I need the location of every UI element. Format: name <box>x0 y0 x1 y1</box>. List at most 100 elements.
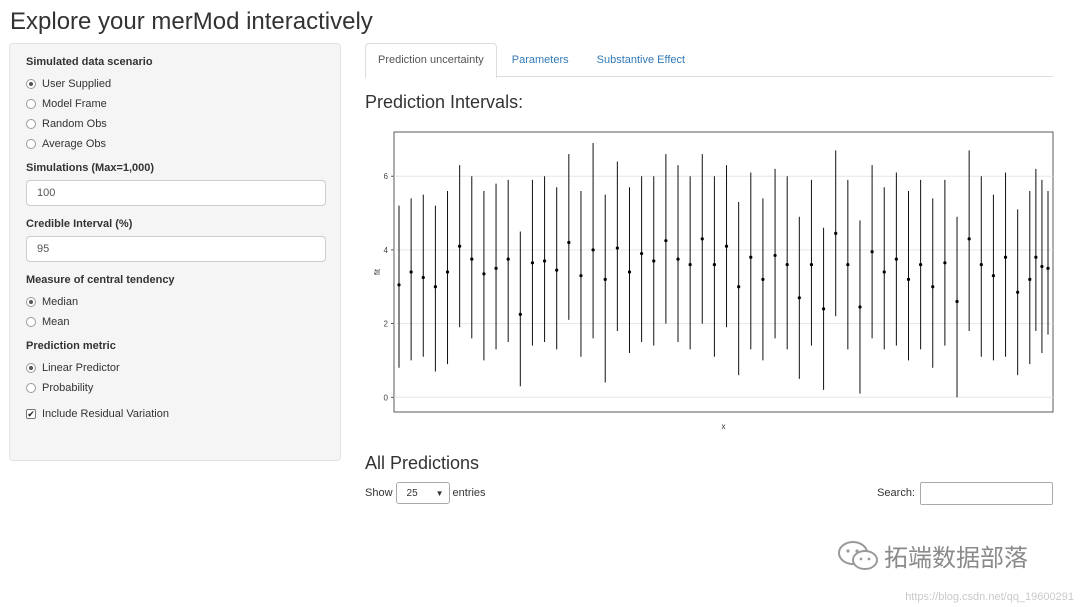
entries-label: entries <box>452 487 486 499</box>
fit-point <box>919 263 923 267</box>
fit-point <box>882 270 886 274</box>
metric-option-probability[interactable]: Probability <box>26 378 324 398</box>
fit-point <box>858 305 862 309</box>
datatable-controls: Show 25 ▼ entries Search: <box>365 481 1053 505</box>
wechat-icon <box>838 540 878 570</box>
fit-point <box>640 251 644 256</box>
tendency-label: Measure of central tendency <box>26 274 175 286</box>
radio-button[interactable] <box>26 297 36 307</box>
fit-point <box>931 285 935 289</box>
credible-interval-label: Credible Interval (%) <box>26 218 133 230</box>
radio-label: Mean <box>42 316 70 328</box>
simulations-input[interactable] <box>26 180 326 206</box>
fit-point <box>821 307 826 311</box>
fit-point <box>749 255 753 259</box>
fit-point <box>700 237 704 241</box>
fit-point <box>809 263 814 267</box>
fit-point <box>846 263 850 267</box>
scenario-option-average-obs[interactable]: Average Obs <box>26 134 324 154</box>
scenario-option-random-obs[interactable]: Random Obs <box>26 114 324 134</box>
tendency-option-mean[interactable]: Mean <box>26 312 324 332</box>
radio-button[interactable] <box>26 383 36 393</box>
fit-point <box>555 268 559 272</box>
tendency-option-median[interactable]: Median <box>26 292 324 312</box>
fit-point <box>397 283 401 287</box>
fit-point <box>506 257 510 261</box>
metric-label: Prediction metric <box>26 340 116 352</box>
fit-point <box>542 259 547 263</box>
dropdown-arrow-icon: ▼ <box>435 488 444 498</box>
fit-point <box>1028 277 1032 281</box>
tab-prediction-uncertainty[interactable]: Prediction uncertainty <box>365 43 497 78</box>
fit-point <box>1046 266 1050 270</box>
plot-panel <box>393 131 1054 413</box>
prediction-intervals-heading: Prediction Intervals: <box>365 92 524 112</box>
fit-point <box>894 257 898 261</box>
watermark-text: 拓端数据部落 <box>884 545 1028 572</box>
radio-button[interactable] <box>26 119 36 129</box>
fit-point <box>482 272 486 276</box>
fit-point <box>409 270 413 274</box>
prediction-interval-plot: 0 2 4 6 fit x <box>373 131 1054 431</box>
page-size-value: 25 <box>406 487 418 499</box>
main-panel: Prediction uncertainty Parameters Substant… <box>365 43 1053 78</box>
radio-button[interactable] <box>26 317 36 327</box>
fit-point <box>834 231 838 235</box>
fit-point <box>567 240 571 245</box>
radio-label: User Supplied <box>42 78 112 90</box>
fit-point <box>724 244 729 248</box>
fit-point <box>906 277 911 281</box>
fit-point <box>579 274 583 278</box>
watermark: 拓端数据部落 <box>836 538 1028 573</box>
radio-label: Linear Predictor <box>42 362 120 374</box>
metric-radio-group: Linear Predictor Probability <box>26 358 324 398</box>
x-axis-label: x <box>722 422 726 431</box>
fit-point <box>785 263 789 267</box>
y-tick-label: 6 <box>384 172 389 181</box>
fit-point <box>664 239 668 243</box>
search-input[interactable] <box>920 481 1053 505</box>
radio-button[interactable] <box>26 99 36 109</box>
fit-point <box>797 296 801 300</box>
scenario-radio-group: User Supplied Model Frame Random Obs Averag… <box>26 74 324 154</box>
tab-parameters[interactable]: Parameters <box>499 43 582 76</box>
tab-substantive-effect[interactable]: Substantive Effect <box>584 43 698 76</box>
app-title: Explore your merMod interactively <box>10 8 373 35</box>
fit-point <box>603 277 607 281</box>
radio-label: Model Frame <box>42 98 107 110</box>
y-tick-label: 0 <box>384 393 389 402</box>
fit-point <box>627 270 632 274</box>
scenario-option-model-frame[interactable]: Model Frame <box>26 94 324 114</box>
credible-interval-input[interactable] <box>26 236 326 262</box>
footer-url: https://blog.csdn.net/qq_19600291 <box>905 591 1074 603</box>
fit-point <box>688 263 692 267</box>
scenario-label: Simulated data scenario <box>26 56 153 68</box>
fit-point <box>955 299 959 304</box>
fit-point <box>1003 255 1008 259</box>
checkbox-box[interactable]: ✔ <box>26 409 36 419</box>
fit-point <box>712 263 717 267</box>
fit-point <box>445 270 450 274</box>
fit-point <box>433 285 437 289</box>
radio-button[interactable] <box>26 79 36 89</box>
tab-bar: Prediction uncertainty Parameters Substant… <box>365 43 1053 78</box>
fit-point <box>1040 264 1044 269</box>
page-size-select[interactable]: 25 ▼ <box>395 482 450 504</box>
residual-variation-checkbox[interactable]: ✔ Include Residual Variation <box>26 404 324 424</box>
fit-point <box>943 261 947 265</box>
radio-button[interactable] <box>26 139 36 149</box>
metric-option-linear-predictor[interactable]: Linear Predictor <box>26 358 324 378</box>
radio-button[interactable] <box>26 363 36 373</box>
scenario-option-user-supplied[interactable]: User Supplied <box>26 74 324 94</box>
fit-point <box>1016 290 1020 294</box>
sidebar-panel: Simulated data scenario User Supplied Mod… <box>9 43 341 461</box>
fit-point <box>530 261 535 265</box>
fit-point <box>615 246 619 250</box>
fit-point <box>773 253 777 258</box>
fit-point <box>518 312 522 316</box>
fit-point <box>676 257 680 261</box>
fit-point <box>421 275 425 280</box>
fit-point <box>979 263 983 267</box>
simulations-label: Simulations (Max=1,000) <box>26 162 155 174</box>
radio-label: Median <box>42 296 79 308</box>
